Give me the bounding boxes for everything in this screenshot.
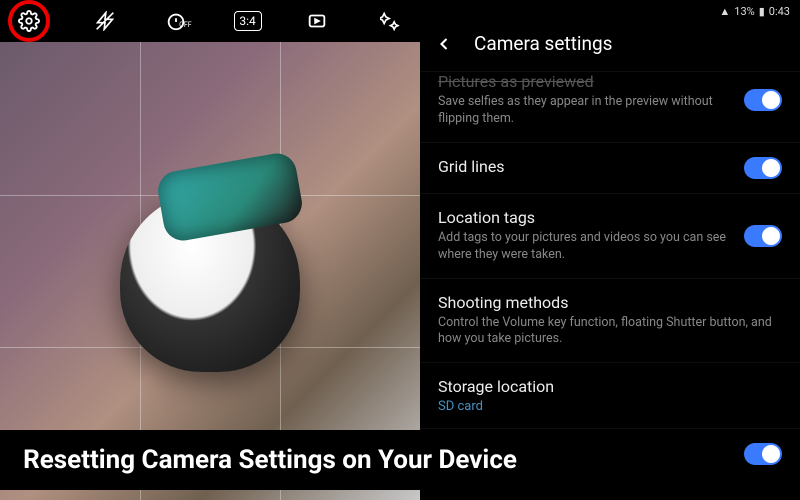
gear-icon[interactable] <box>8 0 50 42</box>
setting-grid-lines[interactable]: Grid lines <box>420 142 800 193</box>
setting-shooting-methods[interactable]: Shooting methods Control the Volume key … <box>420 278 800 363</box>
battery-icon: ▮ <box>759 5 765 18</box>
setting-subtitle: Control the Volume key function, floatin… <box>438 315 782 349</box>
toggle-switch[interactable] <box>744 225 782 247</box>
preview-subject <box>120 192 300 372</box>
battery-level: 13% <box>734 5 754 18</box>
toggle-switch[interactable] <box>744 443 782 465</box>
effects-icon[interactable] <box>372 3 408 39</box>
toggle-switch[interactable] <box>744 89 782 111</box>
clock: 0:43 <box>769 5 790 18</box>
flash-off-icon[interactable] <box>87 3 123 39</box>
caption-band: Resetting Camera Settings on Your Device <box>0 430 540 491</box>
page-title: Camera settings <box>474 32 612 55</box>
settings-header: Camera settings <box>420 22 800 71</box>
setting-subtitle: Save selfies as they appear in the previ… <box>438 94 732 128</box>
setting-title: Storage location <box>438 377 782 396</box>
camera-pane: OFF 3:4 <box>0 0 420 500</box>
setting-title: Shooting methods <box>438 293 782 312</box>
setting-subtitle: Add tags to your pictures and videos so … <box>438 230 732 264</box>
setting-location-tags[interactable]: Location tags Add tags to your pictures … <box>420 193 800 278</box>
signal-icon: ▲ <box>719 5 730 18</box>
aspect-ratio-icon[interactable]: 3:4 <box>234 11 262 31</box>
back-icon[interactable] <box>434 33 456 55</box>
settings-pane: ▲ 13% ▮ 0:43 Camera settings Pictures as… <box>420 0 800 500</box>
setting-pictures-as-previewed[interactable]: Pictures as previewed Save selfies as th… <box>420 71 800 142</box>
status-bar: ▲ 13% ▮ 0:43 <box>420 0 800 22</box>
settings-list: Pictures as previewed Save selfies as th… <box>420 71 800 479</box>
toggle-switch[interactable] <box>744 157 782 179</box>
setting-title: Location tags <box>438 208 732 227</box>
motion-photo-icon[interactable] <box>299 3 335 39</box>
setting-link: SD card <box>438 399 782 414</box>
aspect-ratio-label: 3:4 <box>239 14 255 28</box>
setting-title: Grid lines <box>438 157 732 176</box>
timer-off-icon[interactable]: OFF <box>160 3 196 39</box>
setting-storage-location[interactable]: Storage location SD card <box>420 362 800 428</box>
camera-toolbar: OFF 3:4 <box>0 0 420 42</box>
setting-title: Pictures as previewed <box>438 72 732 91</box>
